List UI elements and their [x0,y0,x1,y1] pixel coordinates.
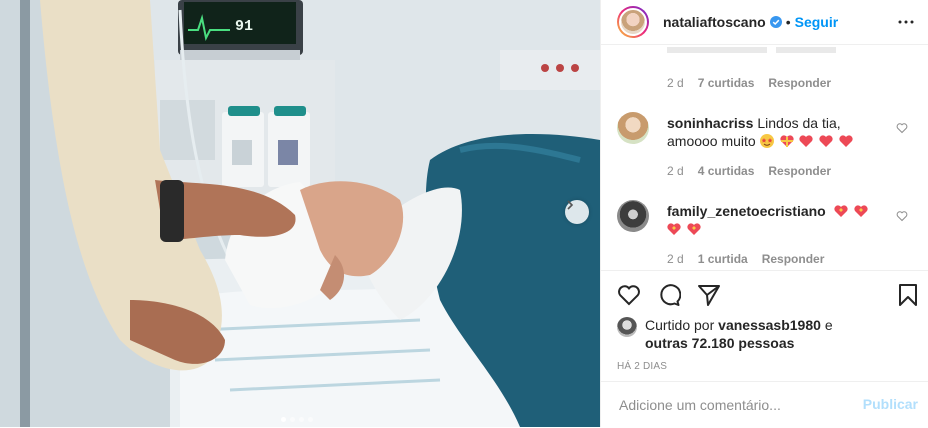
commenter-username[interactable]: soninhacriss [667,115,753,131]
commenter-username[interactable]: family_zenetoecristiano [667,203,826,219]
follow-button[interactable]: Seguir [795,14,839,30]
author-username[interactable]: nataliaftoscano [663,14,766,30]
author-avatar[interactable] [617,6,649,38]
sparkling-heart-emoji [687,223,701,235]
liked-by-others-link[interactable]: outras 72.180 pessoas [645,335,794,351]
carousel-dot [308,417,313,422]
add-comment-bar: Publicar [601,381,928,428]
liked-by-connector: e [824,317,833,333]
more-options-icon[interactable] [898,14,914,30]
gift-heart-emoji [779,135,794,147]
comment-time: 2 d [667,164,684,178]
comments-list[interactable]: 2 d 7 curtidas Responder soninhacriss Lin… [601,45,928,270]
reply-button[interactable]: Responder [762,252,825,266]
chevron-right-icon [567,200,574,210]
comment-body: family_zenetoecristiano [667,202,882,238]
save-bookmark-icon[interactable] [896,283,920,307]
post-header: nataliaftoscano • Seguir [601,0,928,45]
post-actions-bar [601,270,928,319]
commenter-avatar[interactable] [617,200,649,232]
comment-input[interactable] [617,394,841,416]
commenter-avatar[interactable] [617,112,649,144]
comment-meta: 2 d 7 curtidas Responder [667,76,831,90]
red-heart-emoji [839,135,853,147]
comment-meta: 2 d 4 curtidas Responder [667,164,831,178]
comment-time: 2 d [667,76,684,90]
carousel-dot [281,417,286,422]
comment-item: family_zenetoecristiano [617,200,912,260]
comment-likes-link[interactable]: 7 curtidas [698,76,755,90]
sparkling-heart-emoji [667,223,681,235]
hospital-scene-illustration [0,0,600,427]
comment-body: soninhacriss Lindos da tia, amoooo muito [667,114,882,150]
comment-meta: 2 d 1 curtida Responder [667,252,824,266]
comment-item: soninhacriss Lindos da tia, amoooo muito [617,112,912,192]
comment-bubble-icon[interactable] [657,283,681,307]
sparkling-heart-emoji [853,205,868,217]
like-comment-heart-icon[interactable] [896,122,908,134]
avatar-photo [619,8,647,36]
like-heart-icon[interactable] [617,283,641,307]
comment-likes-link[interactable]: 1 curtida [698,252,748,266]
liker-username[interactable]: vanessasb1980 [718,317,821,333]
comment-time: 2 d [667,252,684,266]
sparkling-heart-emoji [834,205,848,217]
header-separator: • [785,14,791,30]
reply-button[interactable]: Responder [768,164,831,178]
reply-button[interactable]: Responder [768,76,831,90]
red-heart-emoji [819,135,833,147]
red-heart-emoji [799,135,813,147]
like-comment-heart-icon[interactable] [896,210,908,222]
liked-by-text: Curtido por vanessasb1980 e outras 72.18… [645,316,845,352]
carousel-dot [299,417,304,422]
instagram-post-modal: 91 nataliaftoscano • Seguir 2 d 7 curtid… [0,0,928,427]
carousel-dot [290,417,295,422]
share-paper-plane-icon[interactable] [697,283,721,307]
liked-by-prefix: Curtido por [645,317,715,333]
liker-avatar[interactable] [617,317,637,337]
carousel-next-button[interactable] [565,200,589,224]
post-side-panel: nataliaftoscano • Seguir 2 d 7 curtidas … [600,0,928,427]
comment-likes-link[interactable]: 4 curtidas [698,164,755,178]
post-timestamp[interactable]: HÁ 2 DIAS [617,361,667,372]
post-photo[interactable]: 91 [0,0,600,427]
carousel-indicator [281,417,313,422]
star-struck-emoji [759,134,774,148]
publish-button[interactable]: Publicar [863,396,918,412]
clipped-comment-text [667,47,836,53]
monitor-reading: 91 [235,18,254,35]
verified-badge-icon [769,16,782,28]
